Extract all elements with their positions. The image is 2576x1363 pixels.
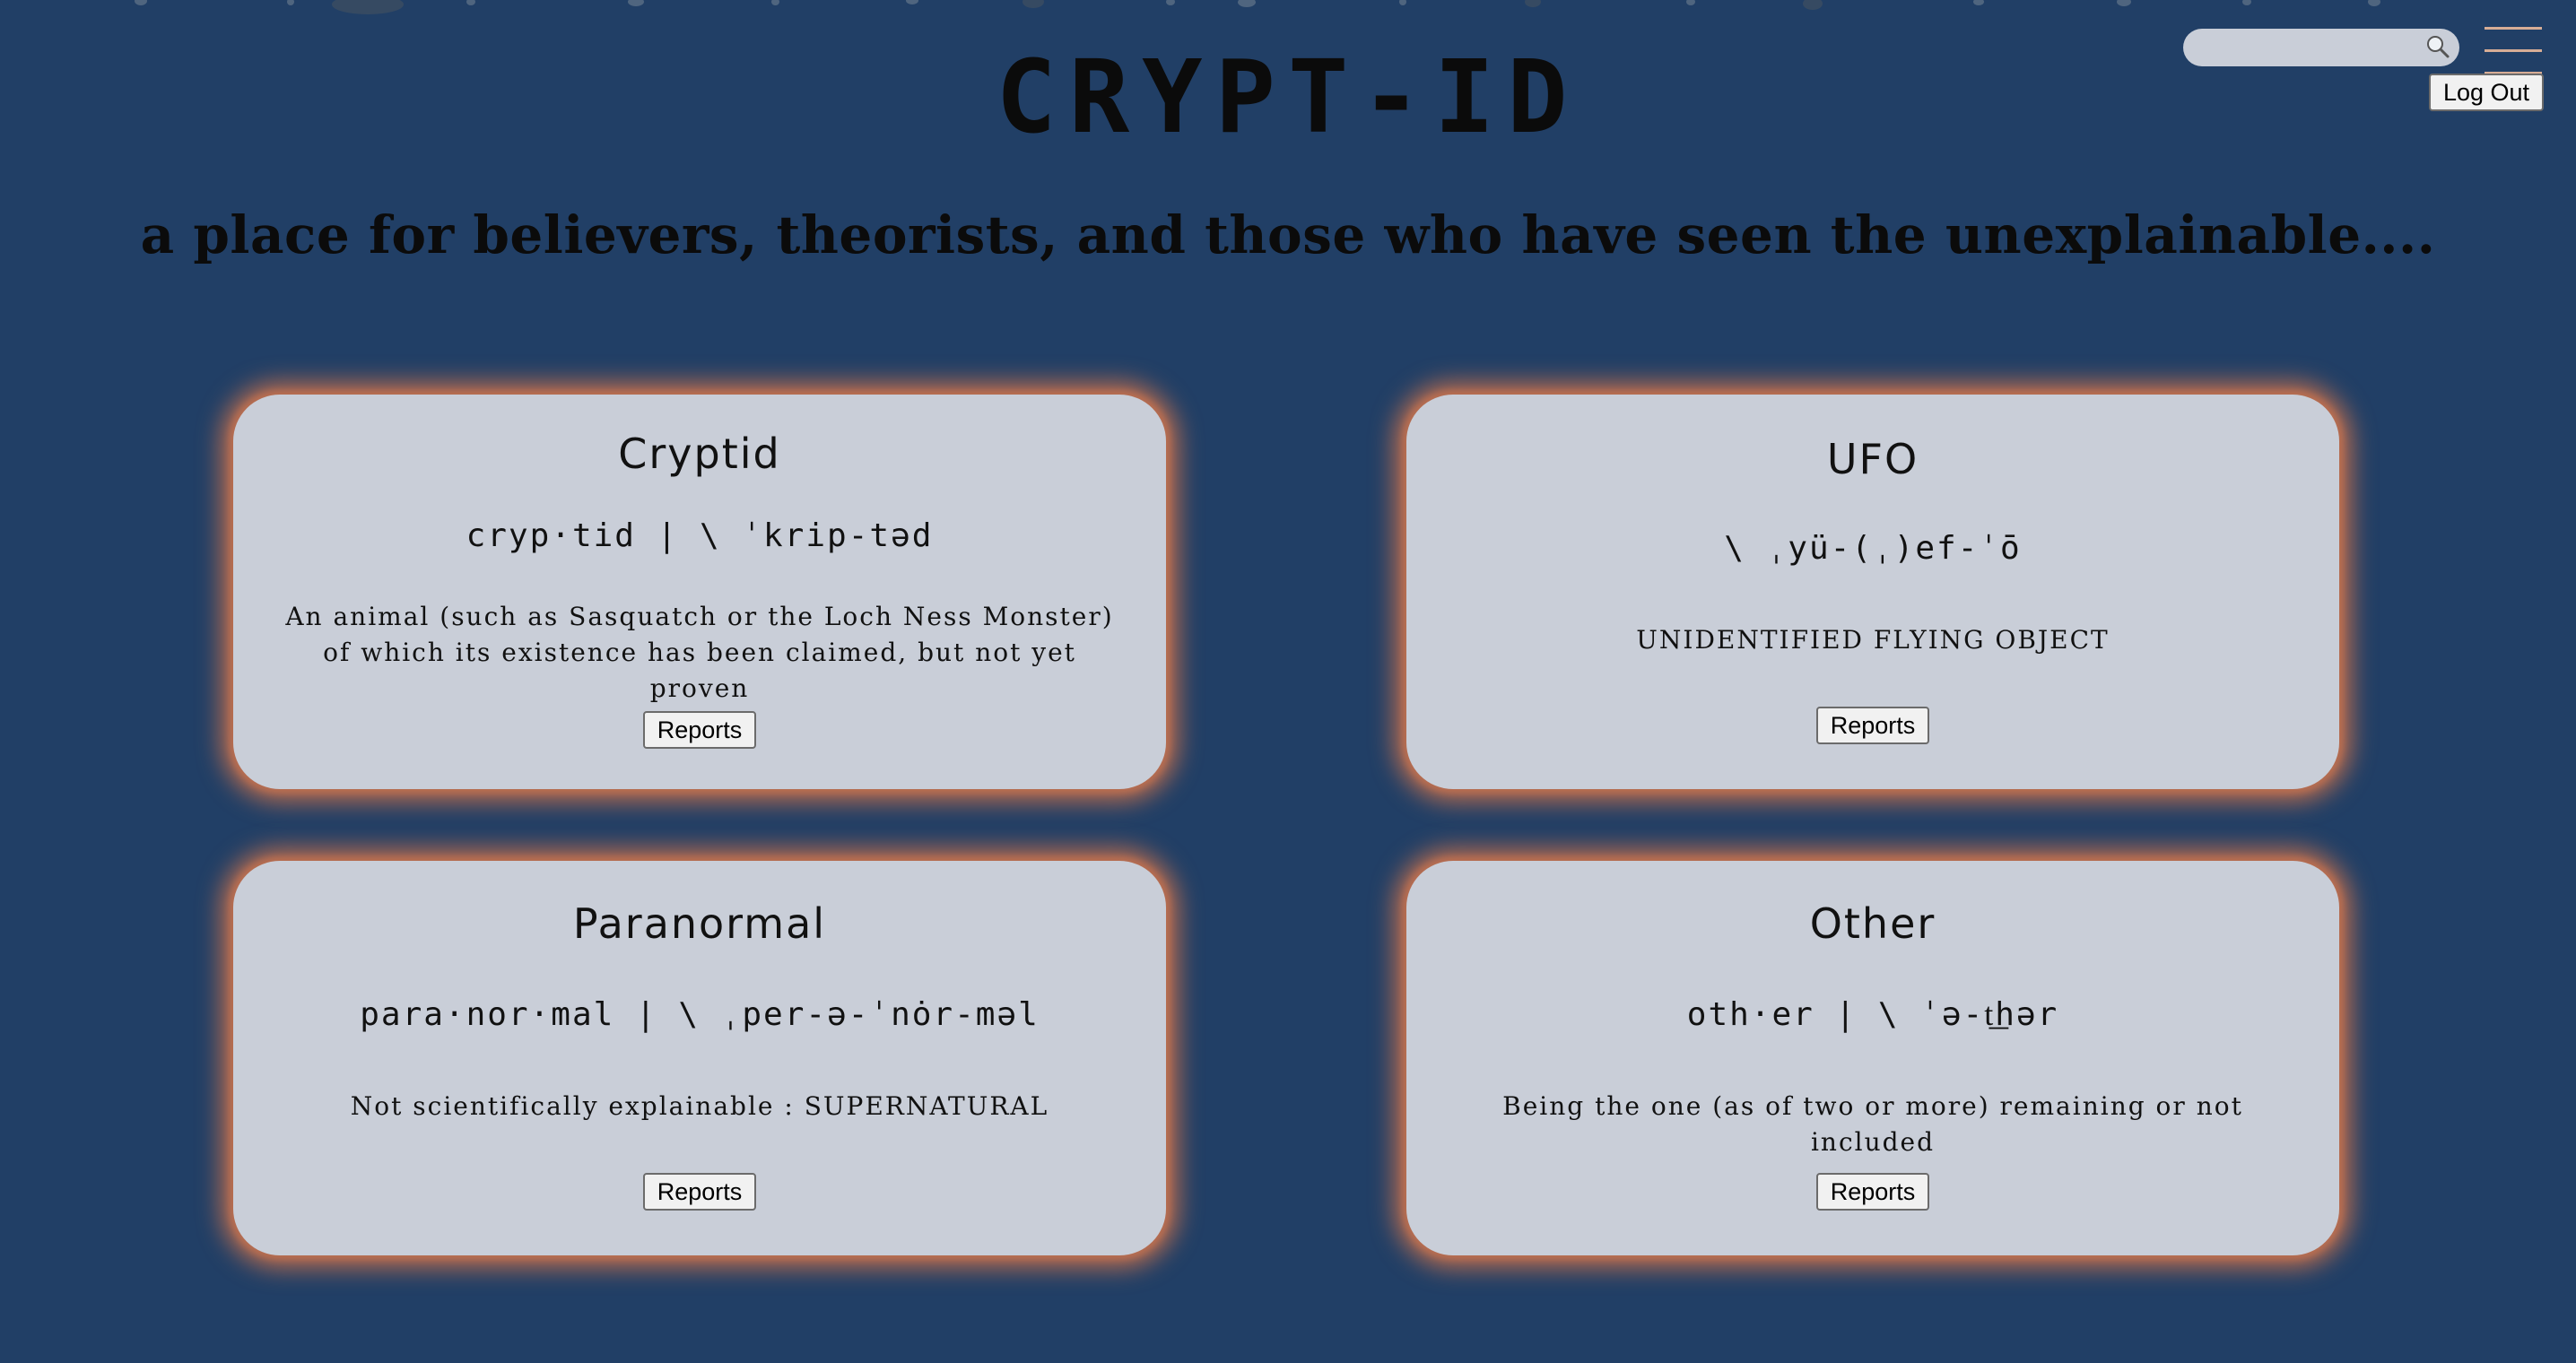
category-card-ufo: UFO \ ˌyü-(ˌ)ef-ˈō UNIDENTIFIED FLYING O… — [1406, 395, 2339, 789]
card-pronunciation: \ ˌyü-(ˌ)ef-ˈō — [1724, 530, 2022, 567]
category-card-other: Other oth·er | \ ˈə-t͟hər Being the one … — [1406, 861, 2339, 1255]
card-definition: Not scientifically explainable : SUPERNA… — [350, 1091, 1049, 1121]
category-card-cryptid: Cryptid cryp·tid | \ ˈkrip-təd An animal… — [233, 395, 1166, 789]
card-title: Cryptid — [618, 430, 781, 478]
site-title: CRYPT-ID — [996, 39, 1580, 156]
card-pronunciation: oth·er | \ ˈə-t͟hər — [1686, 996, 2059, 1033]
card-pronunciation: cryp·tid | \ ˈkrip-təd — [466, 517, 934, 554]
grunge-top-border — [0, 0, 2576, 22]
card-title: UFO — [1826, 435, 1919, 483]
reports-button-cryptid[interactable]: Reports — [643, 711, 756, 749]
card-pronunciation: para·nor·mal | \ ˌper-ə-ˈnȯr-məl — [360, 996, 1040, 1033]
card-definition: Being the one (as of two or more) remain… — [1502, 1091, 2243, 1157]
reports-button-ufo[interactable]: Reports — [1816, 707, 1929, 744]
reports-button-paranormal[interactable]: Reports — [643, 1173, 756, 1211]
card-title: Other — [1809, 899, 1936, 948]
card-title: Paranormal — [572, 899, 827, 948]
tagline: a place for believers, theorists, and th… — [140, 204, 2436, 265]
card-definition: An animal (such as Sasquatch or the Loch… — [285, 602, 1114, 703]
card-definition: UNIDENTIFIED FLYING OBJECT — [1636, 625, 2110, 655]
category-card-paranormal: Paranormal para·nor·mal | \ ˌper-ə-ˈnȯr-… — [233, 861, 1166, 1255]
reports-button-other[interactable]: Reports — [1816, 1173, 1929, 1211]
